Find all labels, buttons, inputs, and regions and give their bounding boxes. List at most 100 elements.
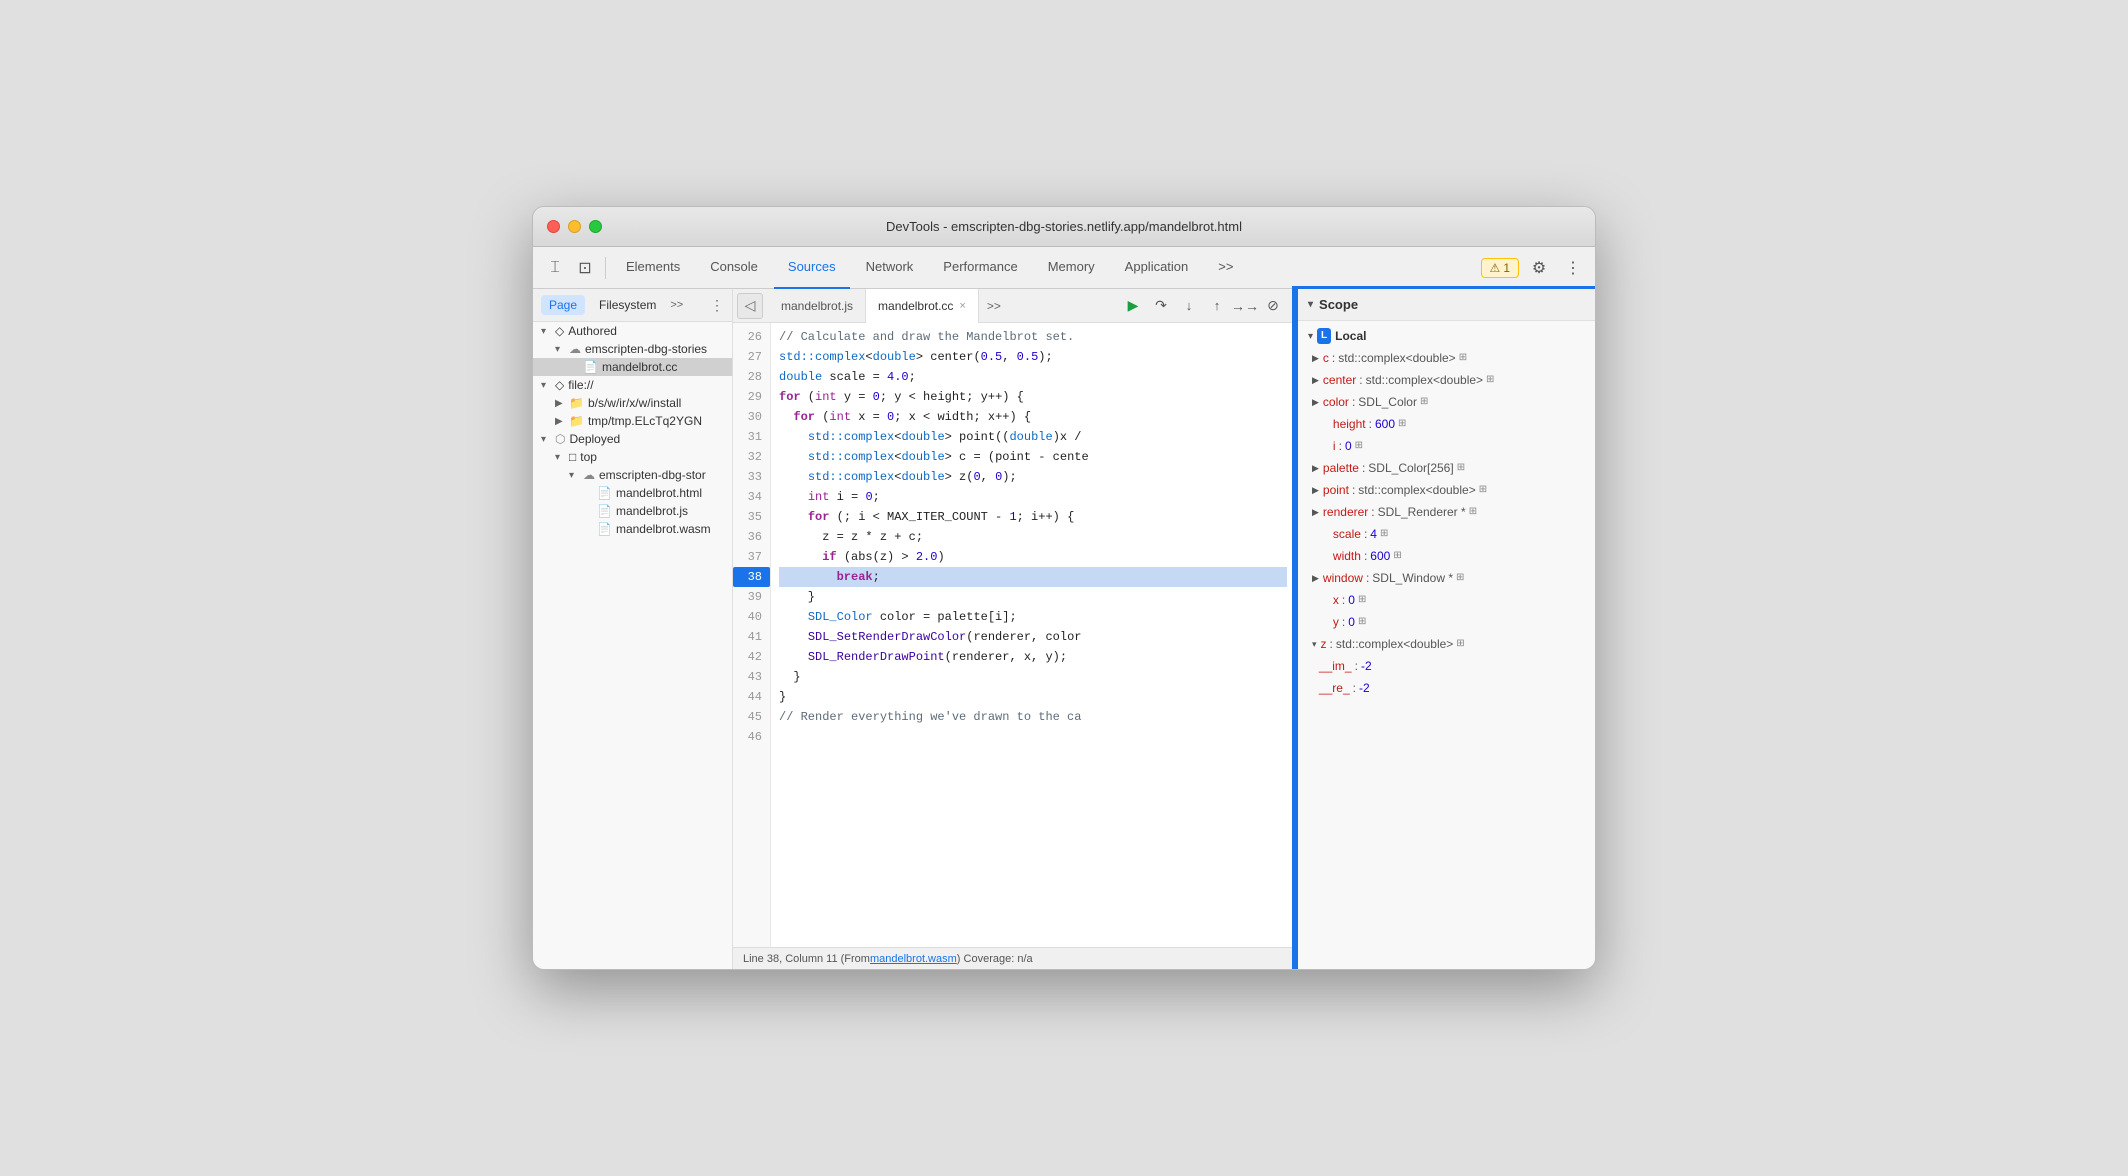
line-37: 37 (733, 547, 770, 567)
step-button[interactable]: →→ (1233, 294, 1257, 318)
step-into-button[interactable]: ↓ (1177, 294, 1201, 318)
deployed-icon: ⬡ (555, 432, 565, 446)
file-tab-cc-label: mandelbrot.cc (878, 299, 953, 313)
tree-top[interactable]: ▾ □ top (533, 448, 732, 466)
cloud-icon: ☁ (569, 342, 581, 356)
tree-file[interactable]: ▾ ◇ file:// (533, 376, 732, 394)
window-type-icon: ⊞ (1456, 569, 1464, 587)
scope-prop-scale[interactable]: ▶ scale: 4 ⊞ (1298, 523, 1595, 545)
sidebar-more-tabs[interactable]: >> (670, 299, 683, 311)
scope-prop-re[interactable]: ▶ __re_: -2 (1298, 677, 1595, 699)
line-38[interactable]: 38 (733, 567, 770, 587)
mandelbrot-wasm-label: mandelbrot.wasm (616, 522, 711, 536)
tree-mandelbrot-wasm[interactable]: 📄 mandelbrot.wasm (533, 520, 732, 538)
js-file-icon: 📄 (597, 504, 612, 518)
line-numbers: 26 27 28 29 30 31 32 33 34 35 36 37 38 3… (733, 323, 771, 947)
point-expand-icon: ▶ (1312, 481, 1319, 499)
file-tab-js[interactable]: mandelbrot.js (769, 289, 866, 323)
close-button[interactable] (547, 220, 560, 233)
step-out-button[interactable]: ↑ (1205, 294, 1229, 318)
bswir-label: b/s/w/ir/x/w/install (588, 396, 681, 410)
scope-prop-im[interactable]: ▶ __im_: -2 (1298, 655, 1595, 677)
settings-icon[interactable]: ⚙ (1525, 254, 1553, 282)
file-tab-cc[interactable]: mandelbrot.cc × (866, 289, 979, 323)
scope-prop-window[interactable]: ▶ window: SDL_Window * ⊞ (1298, 567, 1595, 589)
tree-mandelbrot-cc[interactable]: 📄 mandelbrot.cc (533, 358, 732, 376)
sidebar-tab-filesystem[interactable]: Filesystem (591, 295, 664, 315)
more-options-icon[interactable]: ⋮ (1559, 254, 1587, 282)
tree-authored[interactable]: ▾ ◇ Authored (533, 322, 732, 340)
warning-badge[interactable]: ⚠ 1 (1481, 258, 1519, 278)
authored-arrow-icon: ▾ (541, 326, 555, 337)
line-46: 46 (733, 727, 770, 747)
top-folder-icon: □ (569, 450, 576, 464)
main-toolbar: ⌶ ⊡ Elements Console Sources Network Per… (533, 247, 1595, 289)
status-link[interactable]: mandelbrot.wasm (870, 953, 957, 965)
file-tab-cc-close[interactable]: × (959, 300, 965, 312)
center-expand-icon: ▶ (1312, 371, 1319, 389)
scope-prop-center[interactable]: ▶ center: std::complex<double> ⊞ (1298, 369, 1595, 391)
x-type-icon: ⊞ (1358, 591, 1366, 609)
tree-mandelbrot-js[interactable]: 📄 mandelbrot.js (533, 502, 732, 520)
code-panel: ◁ mandelbrot.js mandelbrot.cc × >> ▶ ↷ ↓… (733, 289, 1295, 969)
local-badge: L (1317, 328, 1331, 344)
scope-prop-color[interactable]: ▶ color: SDL_Color ⊞ (1298, 391, 1595, 413)
tree-deployed[interactable]: ▾ ⬡ Deployed (533, 430, 732, 448)
minimize-button[interactable] (568, 220, 581, 233)
file-tabs-more[interactable]: >> (979, 299, 1009, 313)
step-over-button[interactable]: ↷ (1149, 294, 1173, 318)
sidebar-tab-page[interactable]: Page (541, 295, 585, 315)
scope-local-section: ▾ L Local ▶ c: std::complex<double> ⊞ ▶ … (1298, 321, 1595, 703)
code-content[interactable]: // Calculate and draw the Mandelbrot set… (771, 323, 1295, 947)
tree-tmp[interactable]: ▶ 📁 tmp/tmp.ELcTq2YGN (533, 412, 732, 430)
resume-button[interactable]: ▶ (1121, 294, 1145, 318)
tree-emscripten-deployed[interactable]: ▾ ☁ emscripten-dbg-stor (533, 466, 732, 484)
scope-prop-width[interactable]: ▶ width: 600 ⊞ (1298, 545, 1595, 567)
sidebar-menu-icon[interactable]: ⋮ (710, 297, 724, 314)
scope-prop-height[interactable]: ▶ height: 600 ⊞ (1298, 413, 1595, 435)
color-expand-icon: ▶ (1312, 393, 1319, 411)
more-tabs-button[interactable]: >> (1204, 247, 1247, 289)
tab-elements[interactable]: Elements (612, 247, 694, 289)
tab-sources[interactable]: Sources (774, 247, 850, 289)
scope-prop-point[interactable]: ▶ point: std::complex<double> ⊞ (1298, 479, 1595, 501)
mandelbrot-js-label: mandelbrot.js (616, 504, 688, 518)
scope-prop-c[interactable]: ▶ c: std::complex<double> ⊞ (1298, 347, 1595, 369)
line-45: 45 (733, 707, 770, 727)
separator (605, 257, 606, 279)
code-line-27: std::complex<double> center(0.5, 0.5); (779, 347, 1287, 367)
code-line-30: for (int x = 0; x < width; x++) { (779, 407, 1287, 427)
tree-emscripten[interactable]: ▾ ☁ emscripten-dbg-stories (533, 340, 732, 358)
emscripten-deployed-arrow: ▾ (569, 470, 583, 481)
inspect-icon[interactable]: ⌶ (541, 254, 569, 282)
maximize-button[interactable] (589, 220, 602, 233)
tab-memory[interactable]: Memory (1034, 247, 1109, 289)
panel-toggle-button[interactable]: ◁ (737, 293, 763, 319)
device-icon[interactable]: ⊡ (571, 254, 599, 282)
scope-prop-y[interactable]: ▶ y: 0 ⊞ (1298, 611, 1595, 633)
scope-prop-renderer[interactable]: ▶ renderer: SDL_Renderer * ⊞ (1298, 501, 1595, 523)
scope-prop-i[interactable]: ▶ i: 0 ⊞ (1298, 435, 1595, 457)
folder-icon-tmp: 📁 (569, 414, 584, 428)
tab-console[interactable]: Console (696, 247, 772, 289)
scope-prop-palette[interactable]: ▶ palette: SDL_Color[256] ⊞ (1298, 457, 1595, 479)
line-42: 42 (733, 647, 770, 667)
tab-network[interactable]: Network (852, 247, 928, 289)
line-27: 27 (733, 347, 770, 367)
width-type-icon: ⊞ (1393, 547, 1401, 565)
line-26: 26 (733, 327, 770, 347)
deactivate-button[interactable]: ⊘ (1261, 294, 1285, 318)
z-expand-icon: ▾ (1312, 635, 1317, 653)
tree-mandelbrot-html[interactable]: 📄 mandelbrot.html (533, 484, 732, 502)
emscripten-deployed-label: emscripten-dbg-stor (599, 468, 706, 482)
scope-prop-x[interactable]: ▶ x: 0 ⊞ (1298, 589, 1595, 611)
folder-icon-bswir: 📁 (569, 396, 584, 410)
wasm-file-icon: 📄 (597, 522, 612, 536)
tab-application[interactable]: Application (1111, 247, 1203, 289)
tree-bswir[interactable]: ▶ 📁 b/s/w/ir/x/w/install (533, 394, 732, 412)
scope-panel: ▾ Scope ▾ L Local ▶ c: std::complex<doub… (1295, 289, 1595, 969)
tab-performance[interactable]: Performance (929, 247, 1031, 289)
scope-local-header[interactable]: ▾ L Local (1298, 325, 1595, 347)
scope-prop-z[interactable]: ▾ z: std::complex<double> ⊞ (1298, 633, 1595, 655)
code-line-41: SDL_SetRenderDrawColor(renderer, color (779, 627, 1287, 647)
